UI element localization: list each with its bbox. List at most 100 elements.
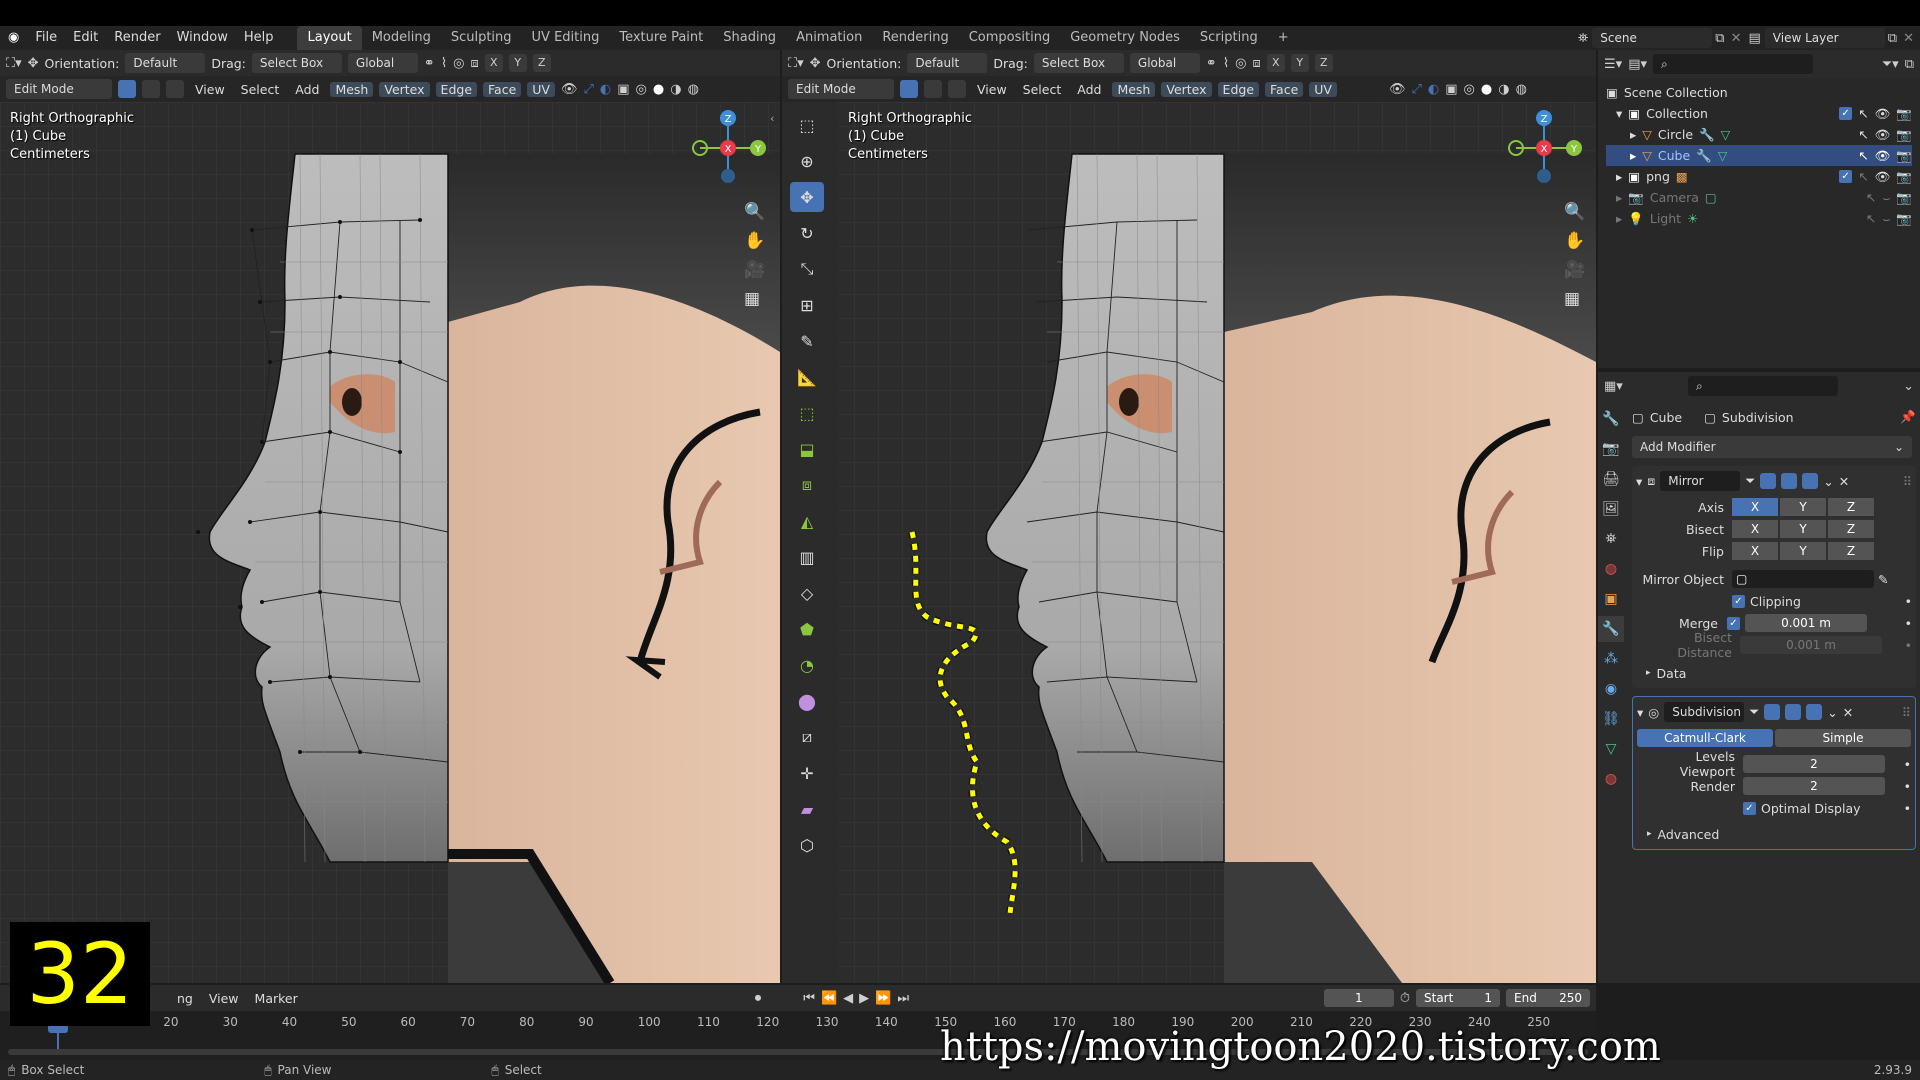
view-layer-tab-icon[interactable]: 🖼 <box>1598 496 1624 522</box>
bisect-distance-field[interactable]: 0.001 m <box>1740 636 1882 654</box>
spin-tool-icon[interactable]: ◔ <box>790 650 824 680</box>
keyframe-dot[interactable]: • <box>1904 757 1911 772</box>
xray-icon-2[interactable]: ▣ <box>1445 82 1457 97</box>
shading-material-icon[interactable]: ◑ <box>670 82 681 97</box>
tab-uv-editing[interactable]: UV Editing <box>522 26 610 50</box>
shading-render-icon[interactable]: ◍ <box>688 82 699 97</box>
drag-handle-icon[interactable]: ⠿ <box>1902 705 1911 720</box>
clock-icon[interactable]: ⏱ <box>1400 991 1410 1006</box>
visibility-icon[interactable]: 👁 <box>561 82 578 97</box>
mirror-name-field[interactable]: Mirror <box>1660 471 1741 491</box>
menu-marker[interactable]: Marker <box>250 991 303 1006</box>
eye-icon[interactable]: 👁 <box>1875 169 1891 185</box>
axis-z-toggle[interactable]: Z <box>532 54 551 72</box>
properties-editor-type-icon[interactable]: ▦▾ <box>1604 379 1623 394</box>
extrude-tool-icon[interactable]: ⬓ <box>790 434 824 464</box>
tab-sculpting[interactable]: Sculpting <box>441 26 522 50</box>
orientation-dropdown-2[interactable]: Default <box>907 53 988 73</box>
clipping-checkbox[interactable]: ✓ <box>1732 594 1745 608</box>
menu-uv-2[interactable]: UV <box>1309 81 1337 97</box>
optimal-display-checkbox[interactable]: ✓ <box>1743 801 1756 815</box>
blender-logo-icon[interactable]: ◉ <box>0 26 27 50</box>
transform-gizmo-icon-2[interactable]: ✥ <box>810 56 821 71</box>
overlay-icon[interactable]: ◐ <box>600 82 611 97</box>
dropdown-icon[interactable]: ⌄ <box>1823 474 1833 489</box>
gizmo-toggle-icon[interactable]: ⤢ <box>584 82 594 97</box>
menu-mesh[interactable]: Mesh <box>330 81 374 97</box>
camera-render-icon[interactable]: 📷 <box>1896 127 1912 143</box>
pivot-icon-2[interactable]: ⚭ <box>1206 56 1217 71</box>
levels-viewport-field[interactable]: 2 <box>1743 755 1885 773</box>
subdivision-name-field[interactable]: Subdivision <box>1664 702 1745 722</box>
menu-vertex-2[interactable]: Vertex <box>1161 81 1212 97</box>
constraints-tab-icon[interactable]: ⛓ <box>1598 706 1624 732</box>
select-box-tool-icon[interactable]: ⬚ <box>790 110 824 140</box>
left-viewport-canvas[interactable]: Right Orthographic (1) Cube Centimeters … <box>0 102 780 983</box>
eyedropper-icon[interactable]: ✎ <box>1874 572 1888 587</box>
filter-icon[interactable]: ⏷▾ <box>1882 57 1899 72</box>
jump-start-icon[interactable]: ⏮ <box>803 991 815 1006</box>
prev-keyframe-icon[interactable]: ⏪ <box>821 991 837 1006</box>
add-modifier-dropdown[interactable]: Add Modifier ⌄ <box>1632 436 1912 458</box>
end-frame-field[interactable]: End 250 <box>1506 989 1590 1007</box>
mode-dropdown-2[interactable]: Edit Mode <box>788 79 894 99</box>
eye-icon[interactable]: 👁 <box>1875 127 1891 143</box>
shading-solid-icon[interactable]: ● <box>653 82 664 97</box>
cursor-tool-icon[interactable]: ⊕ <box>790 146 824 176</box>
tab-geometry-nodes[interactable]: Geometry Nodes <box>1060 26 1190 50</box>
poly-build-tool-icon[interactable]: ⬟ <box>790 614 824 644</box>
transform-gizmo-icon[interactable]: ✥ <box>28 56 39 71</box>
menu-file[interactable]: File <box>27 26 65 50</box>
zoom-icon-2[interactable]: 🔍 <box>1564 202 1585 222</box>
shading-render-icon-2[interactable]: ◍ <box>1516 82 1527 97</box>
bisect-y-button[interactable]: Y <box>1780 520 1826 538</box>
current-frame-field[interactable]: 1 <box>1323 989 1394 1007</box>
particles-tab-icon[interactable]: ⁂ <box>1598 646 1624 672</box>
bisect-x-button[interactable]: X <box>1732 520 1778 538</box>
axis-x-toggle[interactable]: X <box>484 54 503 72</box>
keyframe-dot[interactable]: • <box>1905 638 1912 653</box>
vertex-select-mode[interactable] <box>118 80 136 98</box>
ortho-grid-icon-2[interactable]: ▦ <box>1564 289 1585 309</box>
keyframe-dot[interactable]: • <box>1905 594 1912 609</box>
view-layer-selector[interactable]: View Layer <box>1764 28 1885 48</box>
select-arrow-icon[interactable]: ↖ <box>1858 127 1868 142</box>
display-mode-icon[interactable]: ▤▾ <box>1628 57 1647 72</box>
copy-scene-icon[interactable]: ⧉ <box>1712 31 1727 46</box>
tab-layout[interactable]: Layout <box>297 26 362 50</box>
camera-render-icon[interactable]: 📷 <box>1896 190 1912 206</box>
outliner-search-input[interactable]: ⌕ <box>1653 54 1813 74</box>
editmode-toggle-icon[interactable] <box>1764 704 1781 720</box>
drag-dropdown-2[interactable]: Select Box <box>1033 53 1124 73</box>
jump-end-icon[interactable]: ⏭ <box>897 991 909 1006</box>
editmode-cage-icon[interactable]: ⏷ <box>1745 473 1755 489</box>
mirror-icon[interactable]: ⧈ <box>471 56 479 71</box>
ortho-grid-icon[interactable]: ▦ <box>744 289 765 309</box>
collapse-arrow-icon[interactable]: ▾ <box>1636 474 1642 489</box>
bevel-tool-icon[interactable]: ◭ <box>790 506 824 536</box>
output-tab-icon[interactable]: 🖨 <box>1598 466 1624 492</box>
zoom-icon[interactable]: 🔍 <box>744 202 765 222</box>
menu-timeline-view[interactable]: View <box>204 991 244 1006</box>
camera-render-icon[interactable]: 📷 <box>1896 148 1912 164</box>
object-tab-icon[interactable]: ▣ <box>1598 586 1624 612</box>
modifier-tab-icon[interactable]: 🔧 <box>1598 616 1624 642</box>
start-frame-field[interactable]: Start 1 <box>1416 989 1500 1007</box>
menu-add-2[interactable]: Add <box>1072 82 1106 97</box>
mode-dropdown[interactable]: Edit Mode <box>6 79 112 99</box>
collapse-arrow-icon[interactable]: ▾ <box>1637 705 1643 720</box>
copy-view-layer-icon[interactable]: ⧉ <box>1885 31 1900 46</box>
simple-button[interactable]: Simple <box>1775 729 1911 747</box>
knife-tool-icon[interactable]: ◇ <box>790 578 824 608</box>
menu-select[interactable]: Select <box>236 82 285 97</box>
delete-modifier-icon[interactable]: ✕ <box>1839 474 1849 489</box>
close-scene-icon[interactable]: ✕ <box>1728 31 1745 46</box>
play-icon[interactable]: ▶ <box>859 991 869 1006</box>
axis-y-toggle-2[interactable]: Y <box>1290 54 1309 72</box>
flip-x-button[interactable]: X <box>1732 542 1778 560</box>
pan-hand-icon-2[interactable]: ✋ <box>1564 231 1585 251</box>
camera-view-icon-2[interactable]: 🎥 <box>1564 260 1585 280</box>
axis-z-toggle-2[interactable]: Z <box>1314 54 1333 72</box>
render-levels-field[interactable]: 2 <box>1743 777 1885 795</box>
editmode-cage-icon[interactable]: ⏷ <box>1749 704 1759 720</box>
